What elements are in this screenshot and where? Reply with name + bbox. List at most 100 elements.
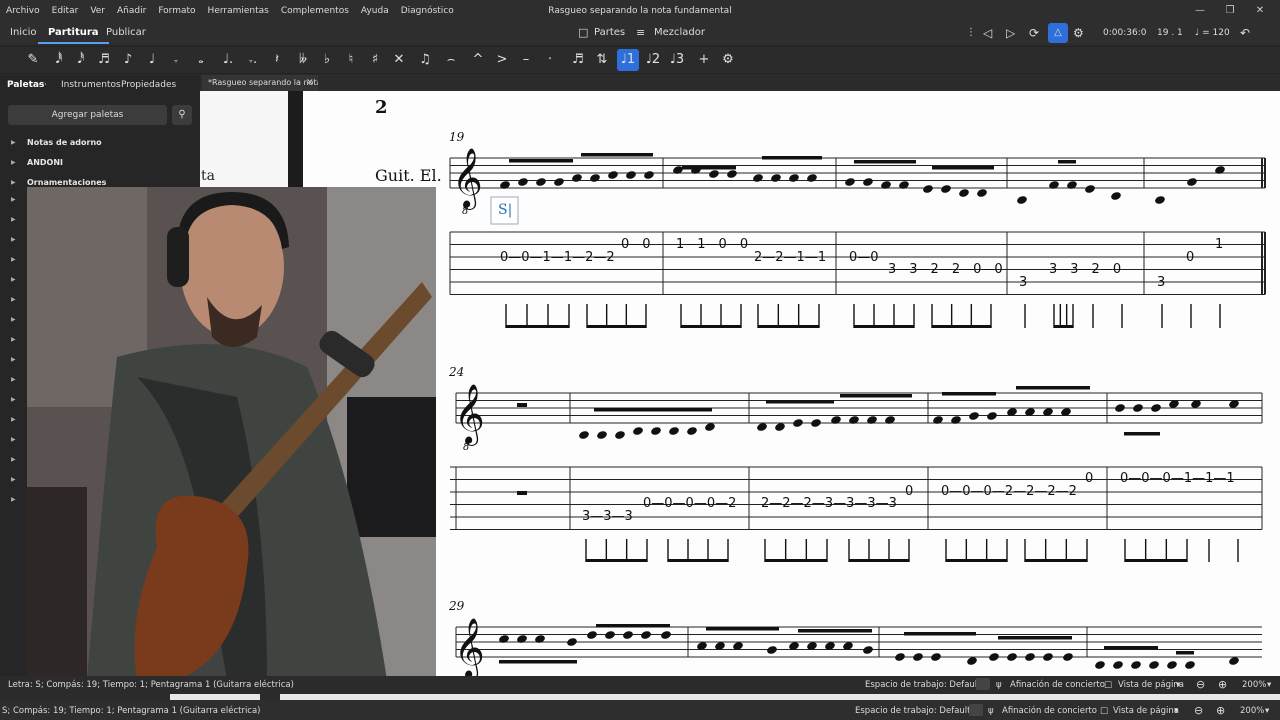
expand-arrow-icon[interactable]: ▶ bbox=[11, 496, 16, 503]
duration-whole-icon[interactable]: 𝅝 bbox=[190, 49, 212, 71]
parts-button[interactable]: Partes bbox=[594, 22, 625, 44]
natural-icon[interactable]: ♮ bbox=[340, 49, 362, 71]
tuplet-icon[interactable]: ♬ bbox=[567, 49, 589, 71]
voice-2-icon[interactable]: ♩2 bbox=[642, 49, 664, 71]
palette-andoni[interactable]: ANDONI bbox=[27, 156, 63, 170]
menu-archivo[interactable]: Archivo bbox=[0, 6, 46, 16]
expand-arrow-icon[interactable]: ▶ bbox=[11, 236, 16, 243]
zoom-level[interactable]: 200% bbox=[1242, 680, 1266, 690]
expand-arrow-icon[interactable]: ▶ bbox=[11, 456, 16, 463]
rest-icon[interactable]: 𝄽 bbox=[266, 49, 288, 71]
rewind-icon[interactable]: ◁ bbox=[983, 22, 992, 44]
duration-16th-icon[interactable]: ♬ bbox=[93, 49, 115, 71]
chevron-down-icon[interactable]: ▾ bbox=[1267, 680, 1271, 690]
tab-instrumentos[interactable]: Instrumentos bbox=[61, 76, 121, 94]
concert-pitch-toggle[interactable]: Afinación de concierto bbox=[1002, 706, 1097, 716]
undo-icon[interactable]: ↶ bbox=[1240, 22, 1250, 44]
zoom-in-icon[interactable]: ⊕ bbox=[1216, 704, 1225, 717]
concert-pitch-checkbox[interactable] bbox=[969, 704, 983, 716]
expand-arrow-icon[interactable]: ▶ bbox=[11, 276, 16, 283]
expand-arrow-icon[interactable]: ▶ bbox=[11, 436, 16, 443]
selected-lyric[interactable]: S| bbox=[498, 202, 512, 218]
tie-icon[interactable]: ♫ bbox=[414, 49, 436, 71]
maximize-icon[interactable]: ❐ bbox=[1215, 0, 1245, 22]
slur-icon[interactable]: ⌢ bbox=[440, 49, 462, 71]
duration-half-icon[interactable]: 𝅎 bbox=[165, 49, 187, 71]
staccato-icon[interactable]: · bbox=[539, 49, 561, 71]
expand-arrow-icon[interactable]: ▶ bbox=[11, 356, 16, 363]
augmentation-dot-icon[interactable]: ♩. bbox=[217, 49, 239, 71]
drag-handle-icon[interactable]: ⋮ bbox=[966, 22, 976, 44]
expand-arrow-icon[interactable]: ▶ bbox=[11, 296, 16, 303]
toolbar-settings-icon[interactable]: ⚙ bbox=[717, 49, 739, 71]
playback-settings-icon[interactable]: ⚙ bbox=[1073, 22, 1084, 44]
add-icon[interactable]: + bbox=[693, 49, 715, 71]
tab-propiedades[interactable]: Propiedades bbox=[121, 76, 176, 94]
duration-quarter-icon[interactable]: ♩ bbox=[141, 49, 163, 71]
notehead bbox=[977, 189, 987, 197]
menu-complementos[interactable]: Complementos bbox=[275, 6, 355, 16]
search-icon[interactable]: ⚲ bbox=[172, 105, 192, 125]
expand-arrow-icon[interactable]: ▶ bbox=[11, 179, 17, 186]
play-icon[interactable]: ▷ bbox=[1006, 22, 1015, 44]
expand-arrow-icon[interactable]: ▶ bbox=[11, 396, 16, 403]
close-icon[interactable]: ✕ bbox=[1245, 0, 1275, 22]
loop-icon[interactable]: ⟳ bbox=[1029, 22, 1039, 44]
sharp-icon[interactable]: ♯ bbox=[364, 49, 386, 71]
zoom-level[interactable]: 200% bbox=[1240, 706, 1264, 716]
expand-arrow-icon[interactable]: ▶ bbox=[11, 159, 17, 166]
expand-arrow-icon[interactable]: ▶ bbox=[11, 256, 16, 263]
zoom-in-icon[interactable]: ⊕ bbox=[1218, 678, 1227, 691]
workspace-selector[interactable]: Espacio de trabajo: Default bbox=[855, 706, 971, 716]
menu-ver[interactable]: Ver bbox=[84, 6, 111, 16]
workspace-selector[interactable]: Espacio de trabajo: Default bbox=[865, 680, 981, 690]
expand-arrow-icon[interactable]: ▶ bbox=[11, 216, 16, 223]
concert-pitch-toggle[interactable]: Afinación de concierto bbox=[1010, 680, 1105, 690]
duration-8th-icon[interactable]: ♪ bbox=[117, 49, 139, 71]
score-svg[interactable]: 𝄞 8 𝄞 8 𝄞 bbox=[303, 91, 1280, 680]
duration-32nd-icon[interactable]: 𝅘𝅥𝅰 bbox=[70, 49, 92, 71]
chevron-down-icon[interactable]: ▾ bbox=[1265, 706, 1269, 716]
expand-arrow-icon[interactable]: ▶ bbox=[11, 336, 16, 343]
metronome-icon[interactable]: △ bbox=[1048, 23, 1068, 43]
document-tab[interactable]: *Rasgueo separando la nota... bbox=[202, 75, 318, 91]
double-flat-icon[interactable]: 𝄫 bbox=[292, 49, 314, 71]
concert-pitch-checkbox[interactable] bbox=[976, 678, 990, 690]
voice-1-icon[interactable]: ♩1 bbox=[617, 49, 639, 71]
flat-icon[interactable]: ♭ bbox=[316, 49, 338, 71]
menu-herramientas[interactable]: Herramientas bbox=[202, 6, 275, 16]
marcato-icon[interactable]: ^ bbox=[467, 49, 489, 71]
menu-formato[interactable]: Formato bbox=[152, 6, 201, 16]
expand-arrow-icon[interactable]: ▶ bbox=[11, 416, 16, 423]
panel-menu-icon[interactable]: ⋯ bbox=[38, 76, 47, 94]
expand-arrow-icon[interactable]: ▶ bbox=[11, 476, 16, 483]
voice-3-icon[interactable]: ♩3 bbox=[666, 49, 688, 71]
tab-publicar[interactable]: Publicar bbox=[96, 22, 156, 44]
chevron-down-icon[interactable]: ▾ bbox=[1174, 706, 1178, 716]
expand-arrow-icon[interactable]: ▶ bbox=[11, 316, 16, 323]
expand-arrow-icon[interactable]: ▶ bbox=[11, 139, 17, 146]
chevron-down-icon[interactable]: ▾ bbox=[1176, 680, 1180, 690]
double-sharp-icon[interactable]: ✕ bbox=[388, 49, 410, 71]
menu-diagnostico[interactable]: Diagnóstico bbox=[395, 6, 460, 16]
accent-icon[interactable]: > bbox=[491, 49, 513, 71]
expand-arrow-icon[interactable]: ▶ bbox=[11, 196, 16, 203]
menu-ayuda[interactable]: Ayuda bbox=[355, 6, 395, 16]
tenuto-icon[interactable]: – bbox=[515, 49, 537, 71]
double-dot-icon[interactable]: 𝅎. bbox=[242, 49, 264, 71]
zoom-out-icon[interactable]: ⊖ bbox=[1194, 704, 1203, 717]
view-mode-selector[interactable]: Vista de página bbox=[1118, 680, 1184, 690]
mixer-button[interactable]: Mezclador bbox=[654, 22, 705, 44]
view-mode-selector[interactable]: Vista de página bbox=[1113, 706, 1179, 716]
zoom-out-icon[interactable]: ⊖ bbox=[1196, 678, 1205, 691]
expand-arrow-icon[interactable]: ▶ bbox=[11, 376, 16, 383]
flip-direction-icon[interactable]: ⇅ bbox=[591, 49, 613, 71]
palette-notas-de-adorno[interactable]: Notas de adorno bbox=[27, 136, 102, 150]
menu-anadir[interactable]: Añadir bbox=[111, 6, 152, 16]
close-tab-icon[interactable]: ✕ bbox=[306, 75, 318, 91]
note-input-pen-icon[interactable]: ✎ bbox=[22, 49, 44, 71]
add-palettes-button[interactable]: Agregar paletas bbox=[8, 105, 167, 125]
minimize-icon[interactable]: — bbox=[1185, 0, 1215, 22]
menu-editar[interactable]: Editar bbox=[46, 6, 85, 16]
duration-64th-icon[interactable]: 𝅘𝅥𝅱 bbox=[48, 49, 70, 71]
